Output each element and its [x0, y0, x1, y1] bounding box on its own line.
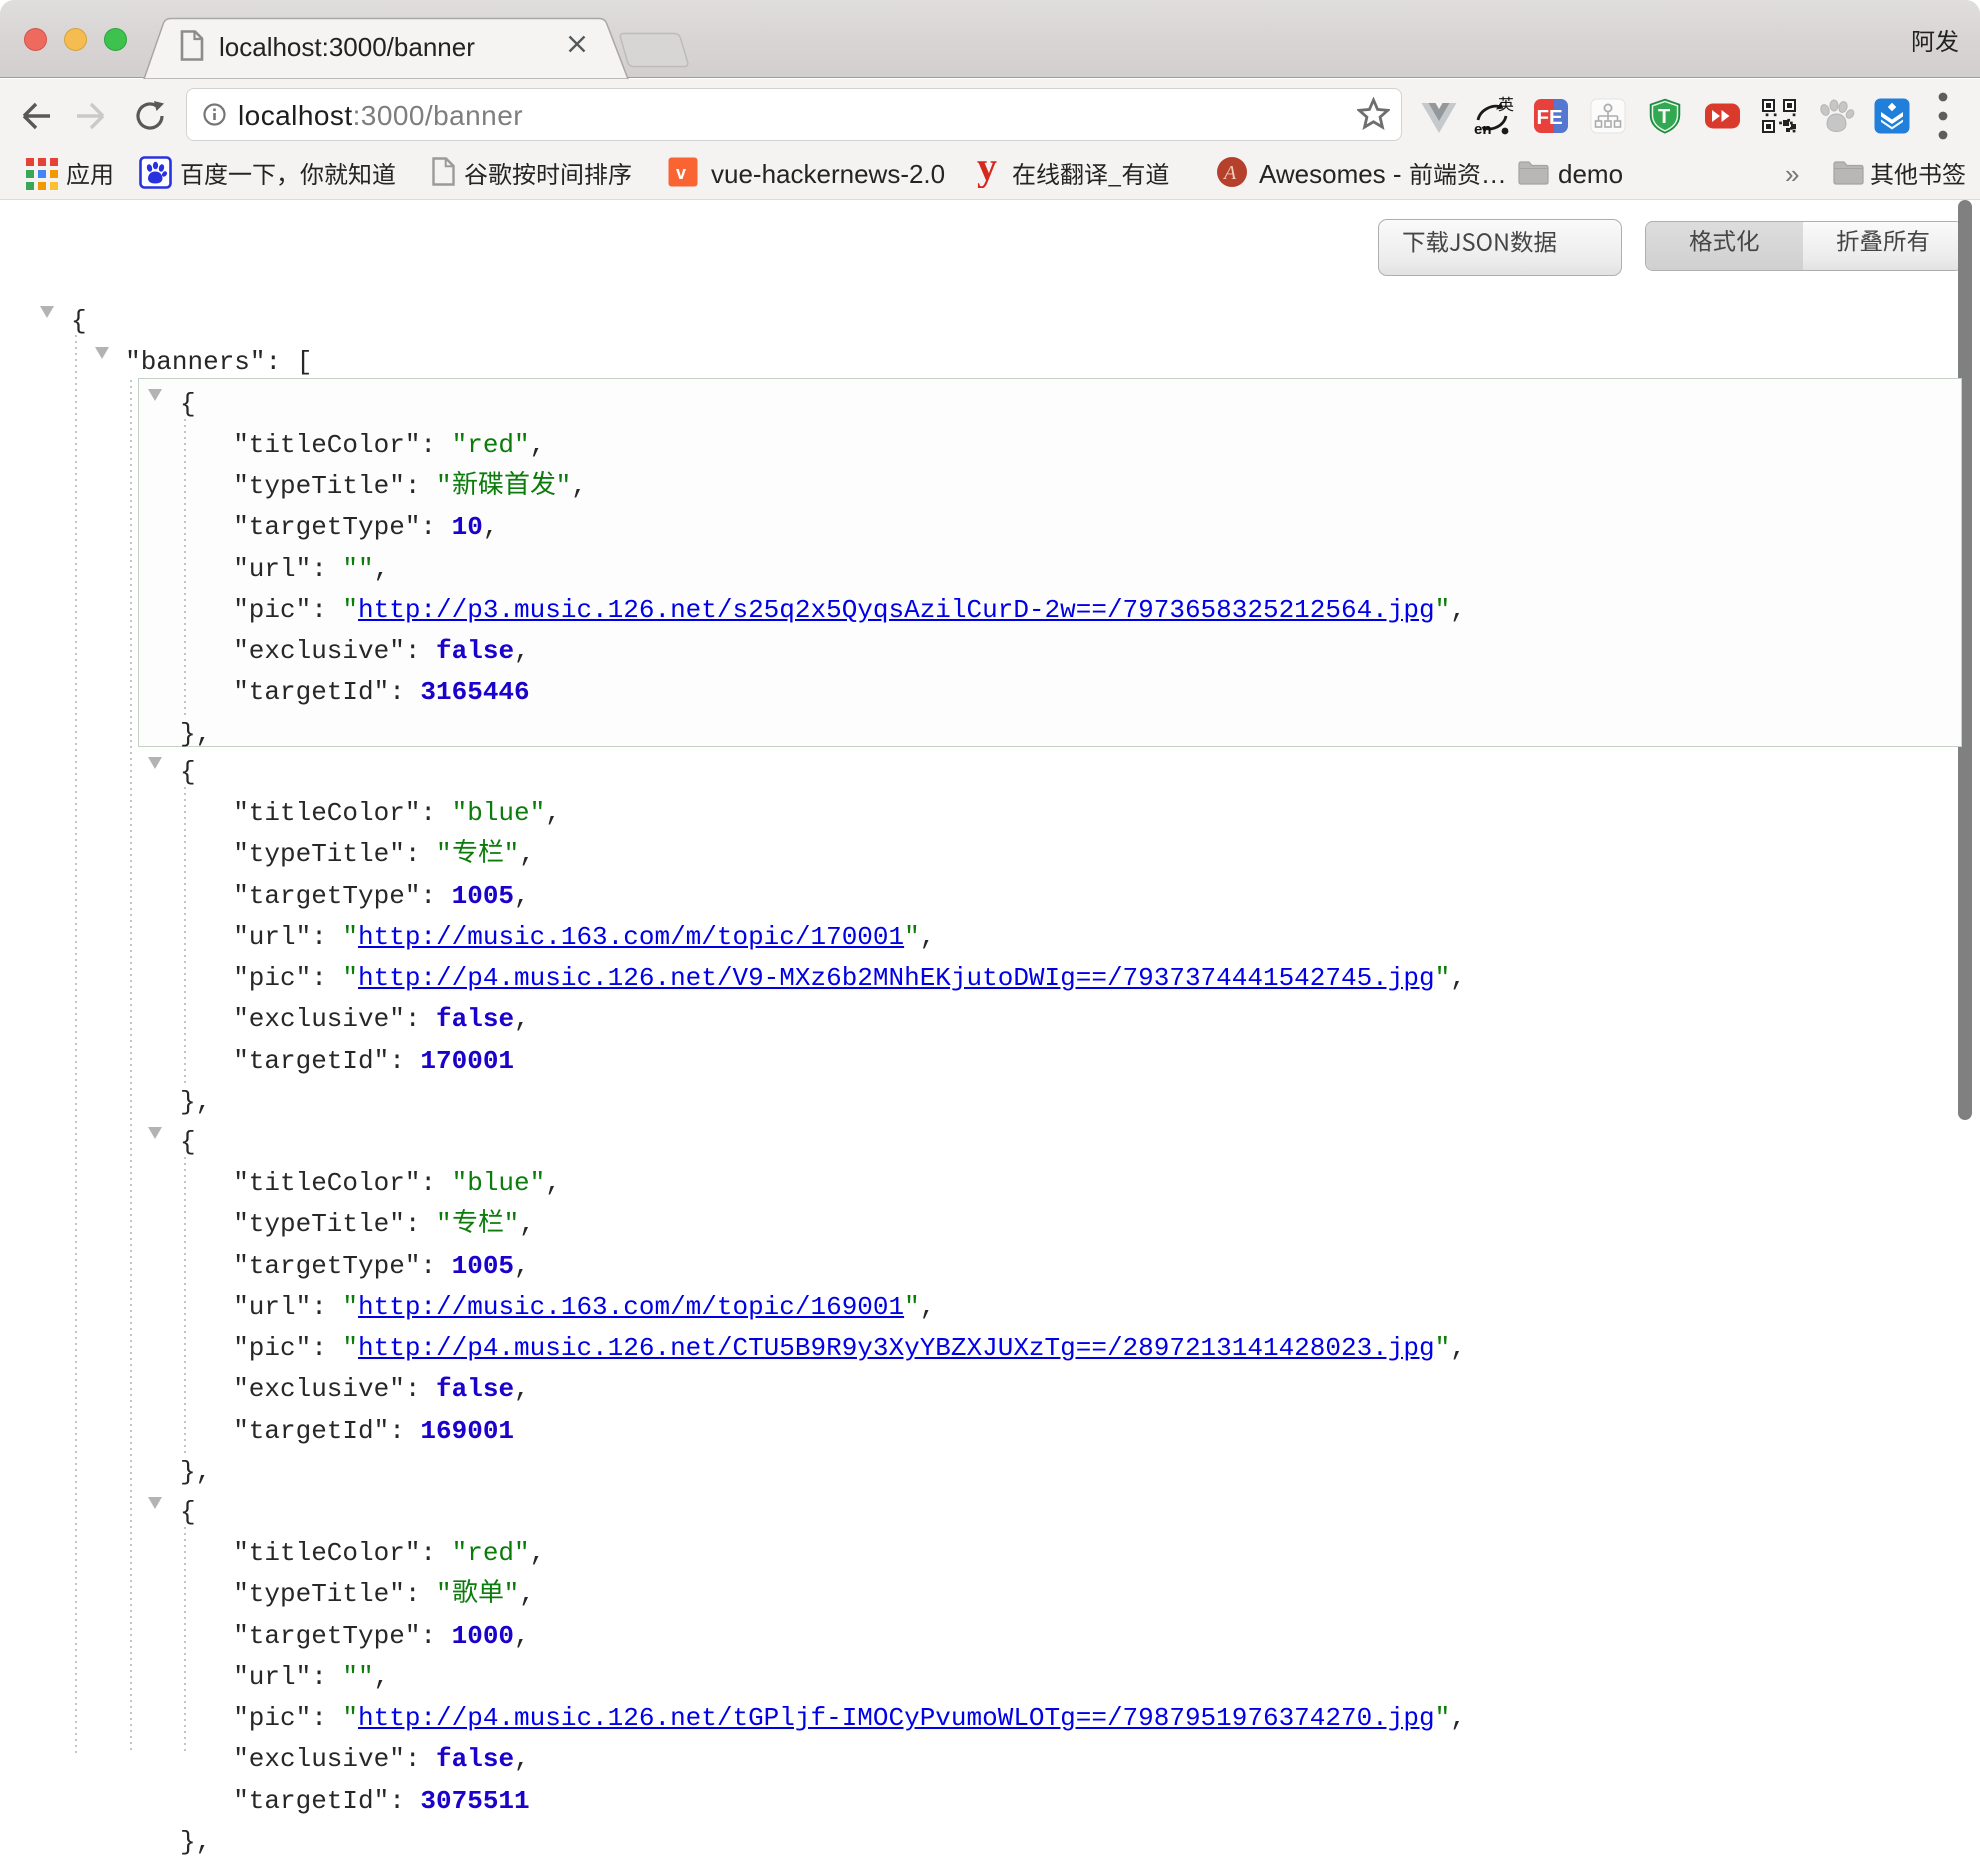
svg-text:v: v: [676, 163, 686, 183]
svg-text:T: T: [1658, 106, 1670, 128]
svg-text:FE: FE: [1537, 106, 1563, 129]
svg-text:y: y: [977, 152, 997, 188]
svg-text:A: A: [1222, 162, 1237, 184]
svg-text:en: en: [1474, 121, 1492, 138]
